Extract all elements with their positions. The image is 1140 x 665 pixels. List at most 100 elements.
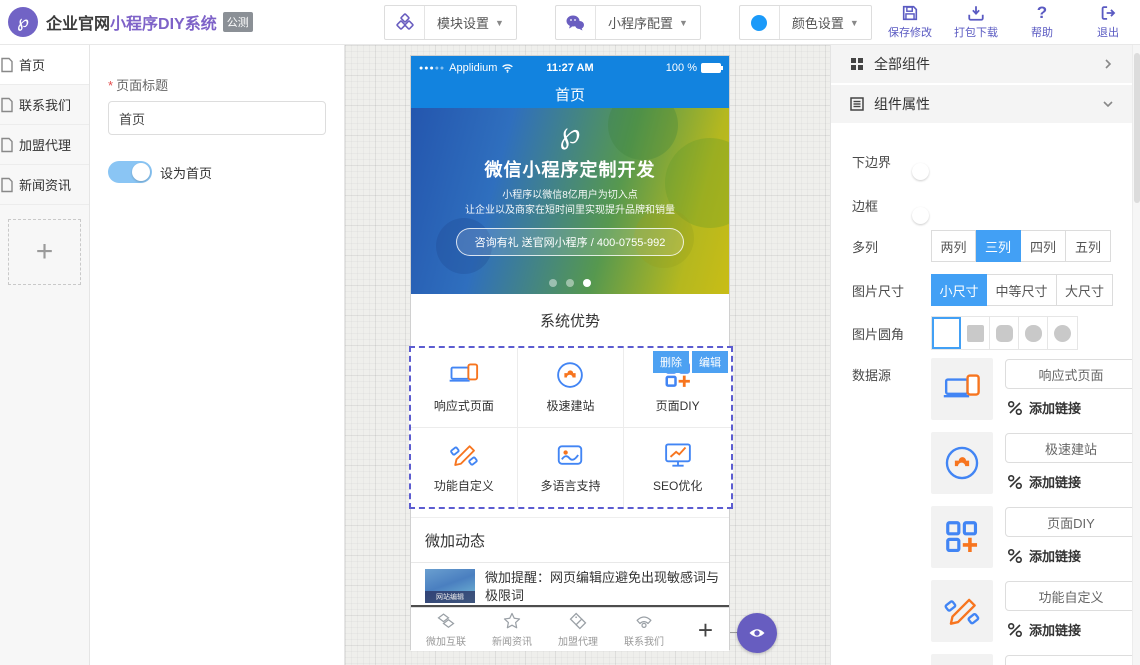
grid-item-multilanguage[interactable]: 多语言支持 bbox=[518, 428, 625, 508]
color-dot-icon bbox=[740, 6, 780, 39]
carousel-dots[interactable] bbox=[411, 279, 729, 287]
columns-option-3[interactable]: 三列 bbox=[976, 230, 1021, 262]
page-title-input[interactable] bbox=[108, 101, 326, 135]
all-components-header[interactable]: 全部组件 bbox=[831, 45, 1132, 85]
phone-icon bbox=[634, 611, 654, 631]
datasource-name-input[interactable] bbox=[1005, 359, 1132, 389]
image-size-label: 图片尺寸 bbox=[852, 281, 904, 300]
preview-eye-button[interactable] bbox=[737, 613, 777, 653]
image-size-medium[interactable]: 中等尺寸 bbox=[987, 274, 1057, 306]
miniprogram-config-menu[interactable]: 小程序配置▼ bbox=[555, 5, 701, 40]
radius-option-4[interactable] bbox=[1048, 317, 1077, 349]
banner-subtitle: 小程序以微信8亿用户为切入点 让企业以及商家在短时间里实现提升品牌和销量 bbox=[411, 188, 729, 218]
grid-item-seo[interactable]: SEO优化 bbox=[624, 428, 731, 508]
page-icon bbox=[0, 177, 15, 193]
tab-agent[interactable]: 加盟代理 bbox=[547, 611, 609, 648]
grid-item-custom-features[interactable]: 功能自定义 bbox=[411, 428, 518, 508]
banner-carousel[interactable]: ℘ 微信小程序定制开发 小程序以微信8亿用户为切入点 让企业以及商家在短时间里实… bbox=[411, 108, 729, 294]
news-item[interactable]: 网站编辑 微加提醒：网页编辑应避免出现敏感词与极限词 bbox=[411, 563, 729, 605]
save-button[interactable]: 保存修改 bbox=[884, 4, 936, 40]
radius-option-2[interactable] bbox=[990, 317, 1019, 349]
edit-component-button[interactable]: 编辑 bbox=[692, 351, 728, 373]
radius-option-3[interactable] bbox=[1019, 317, 1048, 349]
columns-option-5[interactable]: 五列 bbox=[1066, 230, 1111, 262]
phone-preview: ●●●●● Applidium 11:27 AM 100 % 首页 ℘ 微信小程… bbox=[410, 55, 730, 650]
page-item-home[interactable]: 首页 bbox=[0, 45, 89, 85]
datasource-card-responsive: 添加链接 bbox=[931, 358, 1131, 420]
help-icon: ? bbox=[1037, 4, 1047, 22]
add-page-button[interactable]: + bbox=[8, 219, 81, 285]
module-settings-menu[interactable]: 模块设置▼ bbox=[384, 5, 517, 40]
brand: ℘ 企业官网小程序DIY系统 公测 bbox=[8, 7, 253, 37]
app-title-black: 企业官网 bbox=[46, 16, 110, 33]
image-size-small[interactable]: 小尺寸 bbox=[931, 274, 987, 306]
eye-icon bbox=[747, 623, 767, 643]
phone-status-bar: ●●●●● Applidium 11:27 AM 100 % bbox=[411, 56, 729, 80]
phone-tabbar: 微加互联 新闻资讯 加盟代理 联系我们 + bbox=[411, 607, 729, 651]
save-icon bbox=[901, 4, 919, 22]
tab-weijia[interactable]: 微加互联 bbox=[415, 611, 477, 648]
link-icon bbox=[1007, 400, 1023, 416]
components-grid-icon bbox=[849, 56, 865, 72]
battery-icon bbox=[701, 63, 721, 73]
radius-option-1[interactable] bbox=[961, 317, 990, 349]
scrollbar-thumb[interactable] bbox=[1134, 53, 1140, 203]
image-size-large[interactable]: 大尺寸 bbox=[1057, 274, 1113, 306]
header-menus: 模块设置▼ 小程序配置▼ 颜色设置▼ bbox=[384, 5, 872, 40]
news-thumbnail: 网站编辑 bbox=[425, 569, 475, 603]
image-icon bbox=[555, 440, 585, 470]
datasource-name-input[interactable] bbox=[1005, 581, 1132, 611]
design-canvas: ●●●●● Applidium 11:27 AM 100 % 首页 ℘ 微信小程… bbox=[345, 45, 830, 665]
panel-scrollbar[interactable] bbox=[1132, 45, 1140, 665]
required-mark: * bbox=[108, 78, 113, 93]
exit-button[interactable]: 退出 bbox=[1082, 4, 1134, 40]
columns-option-4[interactable]: 四列 bbox=[1021, 230, 1066, 262]
pages-sidebar: 首页 联系我们 加盟代理 新闻资讯 + bbox=[0, 45, 90, 665]
link-icon bbox=[1007, 548, 1023, 564]
seo-chart-icon bbox=[663, 440, 693, 470]
tab-contact[interactable]: 联系我们 bbox=[613, 611, 675, 648]
datasource-thumb bbox=[931, 654, 993, 665]
pencil-icon bbox=[931, 580, 993, 642]
page-item-agent[interactable]: 加盟代理 bbox=[0, 125, 89, 165]
grid-item-responsive[interactable]: 响应式页面 bbox=[411, 348, 518, 428]
responsive-icon bbox=[931, 358, 993, 420]
puzzle-icon bbox=[555, 360, 585, 390]
banner-title: 微信小程序定制开发 bbox=[411, 156, 729, 182]
add-link-button[interactable]: 添加链接 bbox=[1007, 472, 1081, 491]
add-link-button[interactable]: 添加链接 bbox=[1007, 546, 1081, 565]
add-link-button[interactable]: 添加链接 bbox=[1007, 398, 1081, 417]
datasource-name-input[interactable] bbox=[1005, 507, 1132, 537]
page-item-news[interactable]: 新闻资讯 bbox=[0, 165, 89, 205]
package-download-button[interactable]: 打包下载 bbox=[950, 4, 1002, 40]
puzzle-icon bbox=[931, 432, 993, 494]
phone-nav-title: 首页 bbox=[411, 80, 729, 108]
selected-grid-component[interactable]: 删除 编辑 响应式页面 极速建站 页面DIY 功能自定义 bbox=[409, 346, 733, 509]
datasource-name-input[interactable] bbox=[1005, 433, 1132, 463]
set-home-toggle[interactable] bbox=[108, 161, 152, 183]
datasource-name-input[interactable] bbox=[1005, 655, 1132, 665]
delete-component-button[interactable]: 删除 bbox=[653, 351, 689, 373]
module-settings-label: 模块设置 bbox=[437, 13, 489, 32]
datasource-card-page-diy: 添加链接 bbox=[931, 506, 1131, 568]
banner-cta-button[interactable]: 咨询有礼 送官网小程序 / 400-0755-992 bbox=[456, 228, 685, 256]
add-tab-button[interactable]: + bbox=[698, 617, 713, 643]
pencil-icon bbox=[449, 440, 479, 470]
exit-icon bbox=[1099, 4, 1117, 22]
datasource-label: 数据源 bbox=[852, 365, 891, 384]
download-icon bbox=[967, 4, 985, 22]
star-icon bbox=[502, 611, 522, 631]
image-radius-group bbox=[931, 316, 1078, 350]
tab-news[interactable]: 新闻资讯 bbox=[481, 611, 543, 648]
columns-option-2[interactable]: 两列 bbox=[931, 230, 976, 262]
page-item-contact[interactable]: 联系我们 bbox=[0, 85, 89, 125]
news-title: 微加提醒：网页编辑应避免出现敏感词与极限词 bbox=[485, 569, 719, 605]
radius-option-0[interactable] bbox=[932, 317, 961, 349]
bottom-border-label: 下边界 bbox=[852, 152, 891, 171]
page-title-label: *页面标题 bbox=[108, 75, 168, 94]
add-link-button[interactable]: 添加链接 bbox=[1007, 620, 1081, 639]
help-button[interactable]: ? 帮助 bbox=[1016, 4, 1068, 40]
grid-item-fast-build[interactable]: 极速建站 bbox=[518, 348, 625, 428]
color-settings-menu[interactable]: 颜色设置▼ bbox=[739, 5, 872, 40]
component-properties-header[interactable]: 组件属性 bbox=[831, 85, 1132, 125]
